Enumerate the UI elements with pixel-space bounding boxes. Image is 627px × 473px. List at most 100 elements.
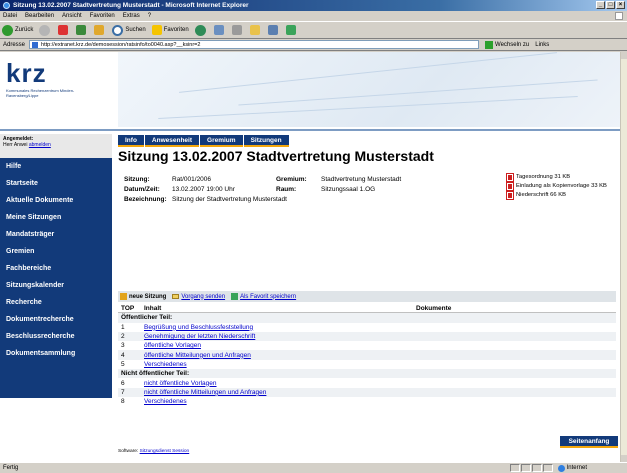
doc-niederschrift[interactable]: Niederschrift 66 KB	[506, 191, 617, 200]
doc-einladung[interactable]: Einladung als Kopienvorlage 33 KB	[506, 182, 617, 191]
stop-icon	[58, 25, 69, 35]
nav-mandatstraeger[interactable]: Mandatsträger	[0, 226, 112, 243]
search-button[interactable]: Suchen	[112, 24, 146, 36]
page-top-button[interactable]: Seitenanfang	[560, 436, 618, 448]
krz-logo[interactable]: krz Kommunales Rechenzentrum Minden-Rave…	[6, 60, 106, 120]
agenda-link[interactable]: nicht öffentliche Mitteilungen und Anfra…	[136, 389, 266, 396]
menu-help[interactable]: ?	[148, 13, 151, 19]
favorites-button[interactable]: Favoriten	[151, 25, 189, 35]
address-bar: Adresse http://extranet.krz.de/demosessi…	[0, 39, 627, 51]
messenger-button[interactable]	[285, 25, 298, 35]
scroll-up-icon[interactable]	[621, 52, 627, 59]
nav-gremien[interactable]: Gremien	[0, 243, 112, 260]
envelope-icon	[172, 294, 180, 299]
tab-anwesenheit[interactable]: Anwesenheit	[144, 135, 200, 147]
tab-gremium[interactable]: Gremium	[200, 135, 243, 147]
agenda-link[interactable]: öffentliche Mitteilungen und Anfragen	[136, 352, 251, 359]
back-button[interactable]: Zurück	[2, 24, 34, 36]
address-label: Adresse	[3, 41, 26, 48]
nav-meine-sitzungen[interactable]: Meine Sitzungen	[0, 209, 112, 226]
login-user: Herr Anwei	[3, 142, 28, 148]
go-label: Wechseln zu	[495, 41, 530, 48]
nav-hilfe[interactable]: Hilfe	[0, 158, 112, 175]
nav-dokumentrecherche[interactable]: Dokumentrecherche	[0, 311, 112, 328]
raum-label: Raum:	[276, 185, 297, 193]
agenda-link[interactable]: Verschiedenes	[136, 361, 187, 368]
menu-favoriten[interactable]: Favoriten	[90, 13, 115, 19]
table-row: 3 öffentliche Vorlagen	[118, 341, 616, 350]
new-icon	[120, 293, 127, 300]
footer-link[interactable]: Sitzungsdienst Session	[140, 449, 190, 454]
menu-datei[interactable]: Datei	[3, 13, 17, 19]
doc-label: Einladung als Kopienvorlage 33 KB	[516, 183, 607, 189]
menu-bearbeiten[interactable]: Bearbeiten	[25, 13, 54, 19]
row-number: 3	[121, 342, 125, 350]
tab-info[interactable]: Info	[118, 135, 144, 147]
address-url: http://extranet.krz.de/demosession/ratsi…	[41, 41, 201, 48]
row-number: 4	[121, 351, 125, 359]
doc-tagesordnung[interactable]: Tagesordnung 31 KB	[506, 173, 617, 182]
table-header: TOP Inhalt Dokumente	[118, 304, 616, 314]
window-title: Sitzung 13.02.2007 Stadtvertretung Muste…	[13, 2, 249, 9]
vertical-scrollbar[interactable]	[620, 52, 627, 462]
agenda-link[interactable]: Verschiedenes	[136, 398, 187, 405]
col-dokumente: Dokumente	[416, 304, 452, 312]
home-icon	[94, 25, 105, 35]
table-row: 7 nicht öffentliche Mitteilungen und Anf…	[118, 387, 616, 397]
nav-startseite[interactable]: Startseite	[0, 175, 112, 192]
go-arrow-icon	[485, 40, 494, 49]
menubar: Datei Bearbeiten Ansicht Favoriten Extra…	[0, 11, 627, 21]
zone-label: Internet	[566, 465, 587, 471]
close-button[interactable]: ×	[616, 1, 625, 9]
send-link[interactable]: Vorgang senden	[181, 294, 225, 300]
nav-sitzungskalender[interactable]: Sitzungskalender	[0, 277, 112, 294]
agenda-link[interactable]: öffentliche Vorlagen	[136, 342, 201, 349]
footer-label: Software:	[118, 449, 139, 454]
footer: Software: Sitzungsdienst Session	[118, 449, 189, 454]
ie-icon	[3, 2, 10, 9]
menu-ansicht[interactable]: Ansicht	[62, 13, 82, 19]
history-icon	[194, 24, 206, 36]
home-button[interactable]	[94, 25, 106, 35]
nav-aktuelle-dokumente[interactable]: Aktuelle Dokumente	[0, 192, 112, 209]
header-banner	[118, 52, 620, 127]
messenger-icon	[285, 25, 296, 35]
favorite-link[interactable]: Als Favorit speichern	[240, 294, 296, 300]
tools-button[interactable]	[267, 25, 280, 35]
status-bar: Fertig Internet	[0, 462, 627, 473]
browser-toolbar: Zurück Suchen Favoriten	[0, 21, 627, 39]
nav-fachbereiche[interactable]: Fachbereiche	[0, 260, 112, 277]
print-button[interactable]	[231, 25, 244, 35]
gremium-label: Gremium:	[276, 175, 307, 183]
address-input[interactable]: http://extranet.krz.de/demosession/ratsi…	[29, 40, 480, 49]
agenda-table: TOP Inhalt Dokumente Öffentlicher Teil: …	[118, 304, 616, 406]
nav-beschlussrecherche[interactable]: Beschlussrecherche	[0, 328, 112, 345]
maximize-button[interactable]: □	[606, 1, 615, 9]
favorite-button[interactable]: Als Favorit speichern	[231, 293, 296, 300]
menu-extras[interactable]: Extras	[123, 13, 140, 19]
sitzung-value: Rat/001/2006	[172, 175, 212, 183]
agenda-link[interactable]: Begrüßung und Beschlussfeststellung	[136, 324, 253, 331]
history-button[interactable]	[194, 24, 208, 36]
minimize-button[interactable]: _	[596, 1, 605, 9]
datum-value: 13.02.2007 19:00 Uhr	[172, 185, 235, 193]
nav-recherche[interactable]: Recherche	[0, 294, 112, 311]
refresh-button[interactable]	[76, 25, 88, 35]
back-label: Zurück	[15, 27, 34, 33]
tab-sitzungen[interactable]: Sitzungen	[243, 135, 289, 147]
go-button[interactable]: Wechseln zu	[485, 40, 530, 49]
agenda-link[interactable]: nicht öffentliche Vorlagen	[136, 380, 217, 387]
logout-link[interactable]: abmelden	[29, 142, 51, 148]
send-button[interactable]: Vorgang senden	[172, 294, 225, 300]
folder-button[interactable]	[249, 25, 262, 35]
agenda-link[interactable]: Genehmigung der letzten Niederschrift	[136, 333, 255, 340]
mail-button[interactable]	[213, 25, 226, 35]
new-session-button[interactable]: neue Sitzung	[120, 293, 166, 300]
scroll-down-icon[interactable]	[621, 455, 627, 462]
nav-dokumentsammlung[interactable]: Dokumentsammlung	[0, 345, 112, 362]
stop-button[interactable]	[58, 25, 70, 35]
forward-button[interactable]	[39, 24, 52, 36]
links-button[interactable]: Links	[535, 42, 549, 48]
section-public: Öffentlicher Teil:	[118, 313, 616, 323]
pdf-icon	[506, 182, 514, 191]
